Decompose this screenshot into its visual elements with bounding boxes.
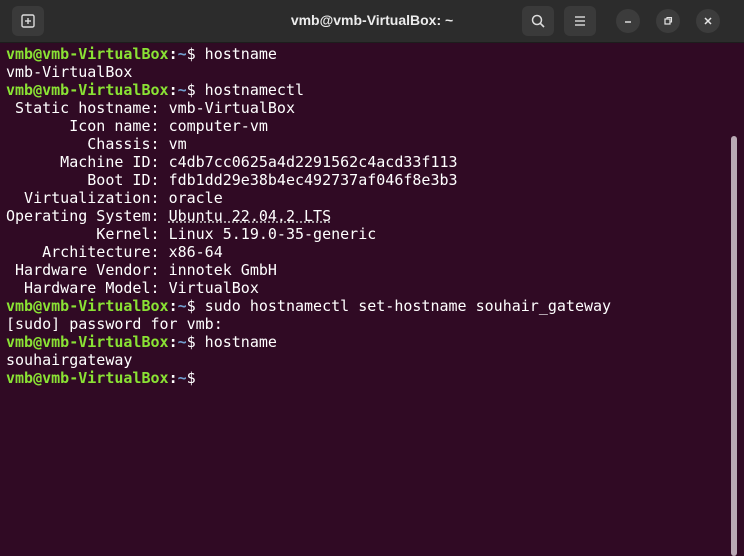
- terminal-window: vmb@vmb-VirtualBox: ~ vmb@vmb-VirtualBox…: [0, 0, 744, 556]
- prompt-path: ~: [177, 333, 187, 351]
- minimize-button[interactable]: [616, 9, 640, 33]
- prompt-symbol: $: [186, 369, 196, 387]
- new-tab-icon: [21, 14, 35, 28]
- prompt-colon: :: [168, 297, 178, 315]
- command-text: hostname: [195, 45, 277, 63]
- search-icon: [531, 14, 545, 28]
- output-line: vmb-VirtualBox: [6, 63, 133, 81]
- info-key: Virtualization:: [6, 189, 169, 207]
- title-bar[interactable]: vmb@vmb-VirtualBox: ~: [0, 0, 744, 43]
- info-value: x86-64: [168, 243, 223, 261]
- command-text: sudo hostnamectl set-hostname souhair_ga…: [195, 297, 612, 315]
- info-value: Linux 5.19.0-35-generic: [168, 225, 377, 243]
- info-key: Hardware Vendor:: [6, 261, 169, 279]
- output-line: souhairgateway: [6, 351, 133, 369]
- prompt-symbol: $: [186, 81, 196, 99]
- prompt-symbol: $: [186, 333, 196, 351]
- info-line: Hardware Model: VirtualBox: [6, 279, 726, 297]
- minimize-icon: [625, 21, 631, 23]
- prompt-symbol: $: [186, 297, 196, 315]
- info-value: innotek GmbH: [168, 261, 277, 279]
- prompt-user-host: vmb@vmb-VirtualBox: [6, 45, 169, 63]
- info-key: Static hostname:: [6, 99, 169, 117]
- command-text: [196, 369, 205, 387]
- output-line: [sudo] password for vmb:: [6, 315, 223, 333]
- command-text: hostnamectl: [195, 81, 305, 99]
- info-key: Icon name:: [6, 117, 169, 135]
- hamburger-menu-icon: [575, 16, 585, 26]
- prompt-user-host: vmb@vmb-VirtualBox: [6, 369, 169, 387]
- prompt-line: vmb@vmb-VirtualBox:~$ hostname: [6, 333, 726, 351]
- search-button[interactable]: [522, 6, 554, 36]
- info-line: Kernel: Linux 5.19.0-35-generic: [6, 225, 726, 243]
- prompt-symbol: $: [186, 45, 196, 63]
- info-line: Machine ID: c4db7cc0625a4d2291562c4acd33…: [6, 153, 726, 171]
- info-line: Operating System: Ubuntu 22.04.2 LTS: [6, 207, 726, 225]
- prompt-line: vmb@vmb-VirtualBox:~$: [6, 369, 726, 387]
- info-value: vm: [168, 135, 187, 153]
- command-text: hostname: [195, 333, 277, 351]
- prompt-path: ~: [177, 81, 187, 99]
- prompt-path: ~: [177, 369, 187, 387]
- info-key: Operating System:: [6, 207, 169, 225]
- prompt-path: ~: [177, 297, 187, 315]
- info-key: Hardware Model:: [6, 279, 169, 297]
- prompt-path: ~: [177, 45, 187, 63]
- prompt-line: vmb@vmb-VirtualBox:~$ hostnamectl: [6, 81, 726, 99]
- info-key: Machine ID:: [6, 153, 169, 171]
- info-line: Virtualization: oracle: [6, 189, 726, 207]
- prompt-user-host: vmb@vmb-VirtualBox: [6, 333, 169, 351]
- prompt-user-host: vmb@vmb-VirtualBox: [6, 81, 169, 99]
- info-value: computer-vm: [168, 117, 268, 135]
- info-key: Boot ID:: [6, 171, 169, 189]
- info-line: Hardware Vendor: innotek GmbH: [6, 261, 726, 279]
- prompt-colon: :: [168, 333, 178, 351]
- info-value: VirtualBox: [168, 279, 259, 297]
- new-tab-button[interactable]: [12, 6, 44, 36]
- restore-icon: [664, 16, 673, 25]
- info-value: vmb-VirtualBox: [168, 99, 295, 117]
- info-value: c4db7cc0625a4d2291562c4acd33f113: [168, 153, 458, 171]
- prompt-user-host: vmb@vmb-VirtualBox: [6, 297, 169, 315]
- prompt-colon: :: [168, 45, 178, 63]
- prompt-colon: :: [168, 81, 178, 99]
- info-key: Chassis:: [6, 135, 169, 153]
- info-line: Architecture: x86-64: [6, 243, 726, 261]
- menu-button[interactable]: [564, 6, 596, 36]
- terminal-output[interactable]: vmb@vmb-VirtualBox:~$ hostname vmb-Virtua…: [0, 43, 726, 556]
- info-key: Kernel:: [6, 225, 169, 243]
- info-value[interactable]: Ubuntu 22.04.2 LTS: [169, 207, 332, 225]
- info-value: fdb1dd29e38b4ec492737af046f8e3b3: [168, 171, 458, 189]
- close-icon: [704, 17, 712, 25]
- scrollbar[interactable]: [726, 43, 744, 556]
- info-line: Icon name: computer-vm: [6, 117, 726, 135]
- terminal-cursor: [205, 370, 214, 386]
- prompt-colon: :: [168, 369, 178, 387]
- info-key: Architecture:: [6, 243, 169, 261]
- info-line: Boot ID: fdb1dd29e38b4ec492737af046f8e3b…: [6, 171, 726, 189]
- info-value: oracle: [168, 189, 223, 207]
- close-button[interactable]: [696, 9, 720, 33]
- scrollbar-thumb[interactable]: [731, 136, 737, 556]
- maximize-button[interactable]: [656, 9, 680, 33]
- prompt-line: vmb@vmb-VirtualBox:~$ sudo hostnamectl s…: [6, 297, 726, 315]
- info-line: Static hostname: vmb-VirtualBox: [6, 99, 726, 117]
- info-line: Chassis: vm: [6, 135, 726, 153]
- prompt-line: vmb@vmb-VirtualBox:~$ hostname: [6, 45, 726, 63]
